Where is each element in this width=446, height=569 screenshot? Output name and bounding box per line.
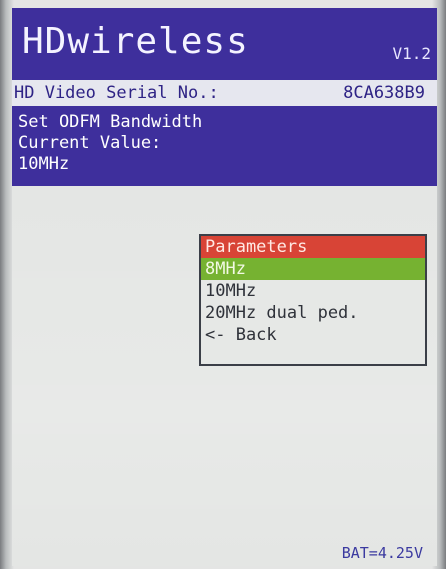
- version-label: V1.2: [392, 44, 431, 63]
- serial-value: 8CA638B9: [343, 83, 425, 103]
- menu-item-20mhz-dual-ped[interactable]: 20MHz dual ped.: [201, 302, 425, 324]
- header-panel: HDwireless V1.2 HD Video Serial No.: 8CA…: [12, 8, 437, 186]
- serial-label: HD Video Serial No.:: [14, 83, 219, 103]
- setting-info: Set ODFM Bandwidth Current Value: 10MHz: [18, 112, 202, 175]
- current-value: 10MHz: [18, 154, 70, 174]
- parameters-menu: Parameters 8MHz 10MHz 20MHz dual ped. <-…: [199, 234, 427, 366]
- current-value-label: Current Value:: [18, 133, 162, 153]
- serial-bar: HD Video Serial No.: 8CA638B9: [12, 80, 437, 106]
- menu-header: Parameters: [201, 236, 425, 258]
- menu-item-back[interactable]: <- Back: [201, 324, 425, 346]
- menu-item-10mhz[interactable]: 10MHz: [201, 280, 425, 302]
- lcd-screen: HDwireless V1.2 HD Video Serial No.: 8CA…: [12, 8, 437, 566]
- menu-item-8mhz[interactable]: 8MHz: [201, 258, 425, 280]
- setting-name: Set ODFM Bandwidth: [18, 112, 203, 132]
- app-title: HDwireless: [22, 21, 249, 62]
- battery-status: BAT=4.25V: [341, 544, 423, 562]
